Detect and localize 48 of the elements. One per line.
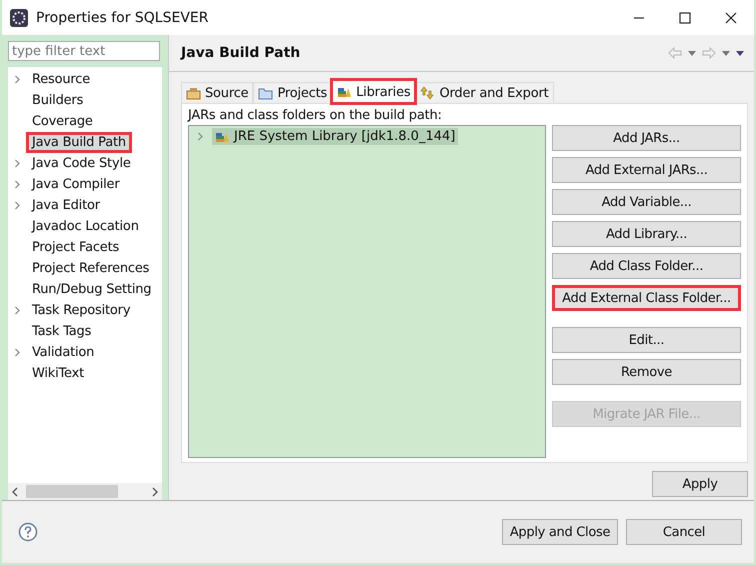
tree-item[interactable]: WikiText — [29, 366, 88, 381]
tree-item[interactable]: Coverage — [29, 114, 96, 129]
action-button[interactable]: Add External Class Folder... — [552, 285, 741, 311]
tree-item[interactable]: Resource — [29, 72, 94, 87]
up-down-arrows-icon — [420, 86, 436, 100]
help-icon[interactable] — [18, 522, 38, 542]
dropdown-icon[interactable] — [722, 50, 730, 56]
tab[interactable]: Source — [181, 82, 254, 103]
tree-item[interactable]: Project Facets — [29, 240, 122, 255]
filter-field[interactable]: type filter text — [8, 41, 160, 61]
action-button[interactable]: Add JARs... — [552, 125, 741, 151]
dialog-button[interactable]: Cancel — [626, 519, 742, 545]
apply-button[interactable]: Apply — [652, 471, 748, 497]
books-icon — [337, 85, 352, 99]
tree-item[interactable]: Java Compiler — [29, 177, 123, 192]
library-list[interactable]: JRE System Library [jdk1.8.0_144] — [188, 125, 546, 458]
tree-item[interactable]: Project References — [29, 261, 152, 276]
action-button[interactable]: Edit... — [552, 327, 741, 353]
list-label: JARs and class folders on the build path: — [188, 108, 443, 123]
window-title: Properties for SQLSEVER — [36, 10, 210, 26]
action-button[interactable]: Add Library... — [552, 221, 741, 247]
tab[interactable]: Order and Export — [415, 82, 554, 103]
package-folder-icon — [186, 86, 201, 100]
tree-item[interactable]: Task Repository — [29, 303, 134, 318]
library-entry[interactable]: JRE System Library [jdk1.8.0_144] — [212, 128, 458, 145]
action-button[interactable]: Add Class Folder... — [552, 253, 741, 279]
tree-item[interactable]: Validation — [29, 345, 98, 360]
tree-item[interactable]: Java Editor — [29, 198, 103, 213]
tab[interactable]: Libraries — [332, 80, 416, 103]
action-button[interactable]: Add External JARs... — [552, 157, 741, 183]
horizontal-scrollbar[interactable] — [8, 483, 162, 500]
dropdown-icon[interactable] — [688, 50, 696, 56]
tree-item[interactable]: Builders — [29, 93, 86, 108]
action-button[interactable]: Add Variable... — [552, 189, 741, 215]
menu-icon[interactable] — [736, 50, 744, 56]
tree-item[interactable]: Task Tags — [29, 324, 94, 339]
page-title: Java Build Path — [181, 45, 302, 61]
action-button[interactable]: Remove — [552, 359, 741, 385]
tree-item[interactable]: Java Build Path — [29, 135, 129, 150]
tab[interactable]: Projects — [253, 82, 332, 103]
folder-icon — [258, 86, 274, 100]
tree-item[interactable]: Javadoc Location — [29, 219, 142, 234]
tree-item[interactable]: Java Code Style — [29, 156, 134, 171]
scroll-left-icon[interactable] — [11, 486, 19, 496]
dialog-button[interactable]: Apply and Close — [502, 519, 618, 545]
app-icon — [10, 8, 28, 26]
scroll-right-icon[interactable] — [151, 486, 159, 496]
tree-item[interactable]: Run/Debug Setting — [29, 282, 154, 297]
